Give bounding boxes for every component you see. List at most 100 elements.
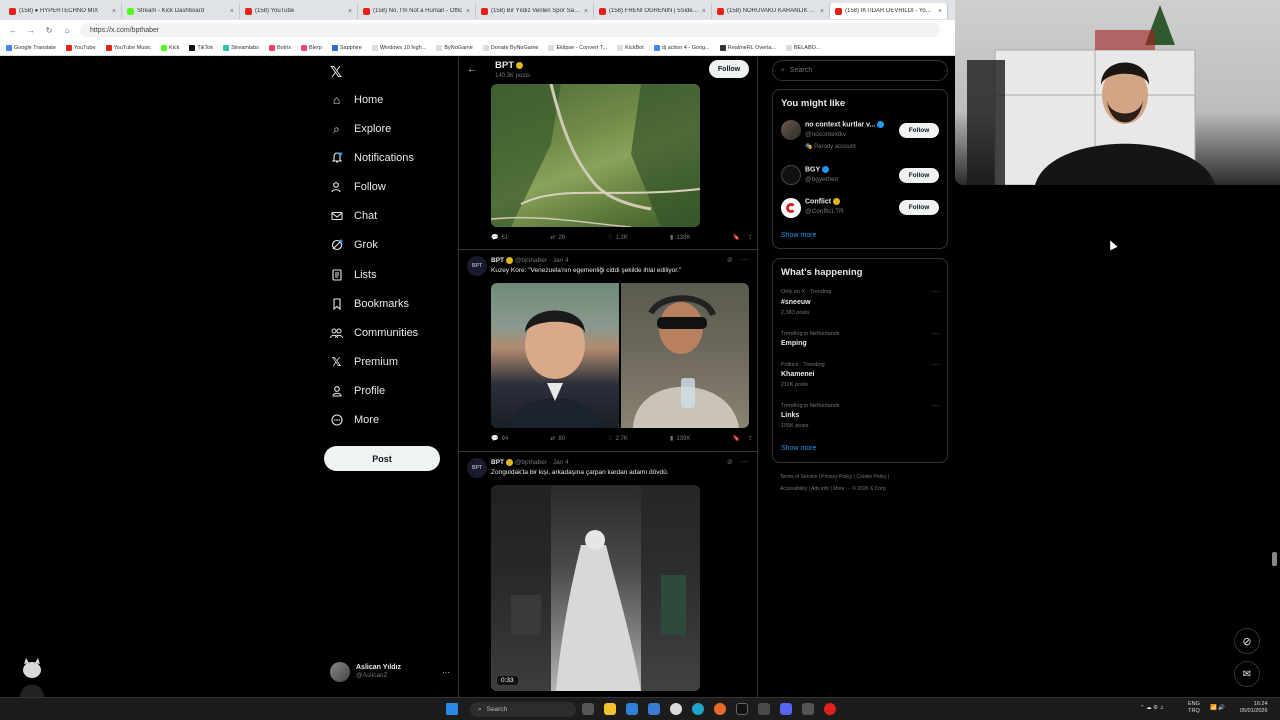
close-tab-icon[interactable]: × [112, 8, 116, 15]
nav-notifications[interactable]: Notifications [330, 147, 414, 169]
browser-tab-active[interactable]: (158) İKTİDAR DEVRİLDİ - YouTu × [830, 3, 948, 19]
follow-button[interactable]: Follow [709, 60, 749, 78]
post-button[interactable]: Post [324, 446, 440, 471]
close-tab-icon[interactable]: × [584, 8, 588, 15]
bookmark-item[interactable]: TikTok [189, 44, 213, 51]
chrome-icon[interactable] [670, 703, 682, 715]
trend-name[interactable]: Links [781, 412, 799, 419]
follow-button[interactable]: Follow [899, 200, 939, 215]
close-tab-icon[interactable]: × [938, 8, 942, 15]
footer-links[interactable]: Terms of Service | Privacy Policy | Cook… [780, 474, 889, 480]
nav-more[interactable]: More [330, 409, 379, 431]
trend-name[interactable]: Khamenei [781, 371, 814, 378]
trend-name[interactable]: Emping [781, 340, 807, 347]
nav-communities[interactable]: Communities [330, 322, 418, 344]
reply-button[interactable]: 💬 94 [491, 435, 508, 443]
views-button[interactable]: ▮ 139K [670, 435, 690, 443]
trend-more-icon[interactable]: ··· [931, 287, 939, 296]
bookmark-item[interactable]: KickBot [617, 44, 644, 51]
firefox-icon[interactable] [714, 703, 726, 715]
back-icon[interactable]: ← [8, 26, 18, 35]
nav-home[interactable]: ⌂ Home [330, 89, 383, 111]
tweet-media-grid[interactable] [491, 283, 749, 428]
taskbar-search[interactable]: ⌕ Search [470, 702, 576, 717]
retweet-button[interactable]: ⇄ 26 [550, 234, 565, 242]
close-tab-icon[interactable]: × [702, 8, 706, 15]
back-arrow-icon[interactable]: ← [467, 64, 477, 75]
bookmark-item[interactable]: dj action 4 - Goog... [653, 44, 710, 51]
app-icon[interactable] [758, 703, 770, 715]
mail-icon[interactable] [648, 703, 660, 715]
search-input[interactable]: ⌕ Search [772, 60, 948, 81]
home-icon[interactable]: ⌂ [62, 26, 72, 35]
nav-profile[interactable]: Profile [330, 380, 385, 402]
x-logo-icon[interactable]: 𝕏 [330, 63, 342, 81]
bookmark-item[interactable]: Kick [161, 44, 179, 51]
browser-tab[interactable]: Stream - Kick Dashboard × [122, 3, 240, 19]
nav-explore[interactable]: ⌕ Explore [330, 118, 391, 140]
tweet-more-icon[interactable]: ··· [741, 457, 749, 466]
trend-more-icon[interactable]: ··· [931, 329, 939, 338]
browser-tab[interactable]: (158) YouTube × [240, 3, 358, 19]
tweet-photo-right[interactable] [621, 283, 749, 428]
edge-icon[interactable] [692, 703, 704, 715]
show-more-link[interactable]: Show more [781, 232, 816, 239]
user-avatar[interactable] [781, 198, 801, 218]
close-tab-icon[interactable]: × [466, 8, 470, 15]
browser-tab[interactable]: (158) NORUVAKU KARANLIK YÜZ × [712, 3, 830, 19]
trend-name[interactable]: #sneeuw [781, 299, 811, 306]
tweet-more-icon[interactable]: ··· [741, 255, 749, 264]
bookmark-icon[interactable]: 🔖 [732, 234, 739, 241]
views-button[interactable]: ▮ 138K [670, 234, 690, 242]
tweet-author-name[interactable]: BPT [491, 257, 504, 264]
bookmark-item[interactable]: Botrix [268, 44, 291, 51]
close-tab-icon[interactable]: × [230, 8, 234, 15]
show-more-link[interactable]: Show more [781, 445, 816, 452]
browser-tab[interactable]: (158) ● HYPERTECHNO MIX × [4, 3, 122, 19]
messages-floating-button[interactable]: ✉ [1234, 661, 1260, 687]
more-options-icon[interactable]: ··· [442, 668, 450, 677]
nav-follow[interactable]: Follow [330, 176, 386, 198]
forward-icon[interactable]: → [26, 26, 36, 35]
nav-lists[interactable]: Lists [330, 264, 377, 286]
network-volume-icons[interactable]: 📶 🔊 [1210, 705, 1225, 711]
scrollbar-thumb[interactable] [1272, 552, 1277, 566]
bookmark-icon[interactable]: 🔖 [732, 435, 739, 442]
tweet-author-name[interactable]: BPT [491, 459, 504, 466]
discord-icon[interactable] [780, 703, 792, 715]
browser-tab[interactable]: (158) Bir Yıldız Verilen Spor Salonl × [476, 3, 594, 19]
like-button[interactable]: ♡ 1.2K [607, 234, 628, 242]
bookmark-item[interactable]: BELABO... [785, 44, 820, 51]
grok-floating-button[interactable]: ⊘ [1234, 628, 1260, 654]
tweet-video[interactable]: 0:33 [491, 485, 700, 691]
share-icon[interactable]: ⇪ [748, 435, 753, 442]
user-name[interactable]: no context kurtlar v... [805, 121, 885, 128]
trend-more-icon[interactable]: ··· [931, 360, 939, 369]
follow-button[interactable]: Follow [899, 168, 939, 183]
bookmark-item[interactable]: YouTube [65, 44, 96, 51]
app-icon[interactable] [802, 703, 814, 715]
reload-icon[interactable]: ↻ [44, 26, 54, 35]
user-name[interactable]: BGY [805, 166, 830, 173]
windows-start-icon[interactable] [446, 703, 458, 715]
bookmark-item[interactable]: RealmeRL Overla... [719, 44, 776, 51]
trend-more-icon[interactable]: ··· [931, 401, 939, 410]
bookmark-item[interactable]: Eklipse - Convert T... [548, 44, 607, 51]
bookmark-item[interactable]: Google Translate [6, 44, 56, 51]
clock[interactable]: 16:24 05/01/2026 [1240, 701, 1268, 715]
share-icon[interactable]: ⇪ [748, 234, 753, 241]
bookmark-item[interactable]: Sapphire [331, 44, 362, 51]
tweet-author-avatar[interactable]: BPT [467, 458, 487, 478]
tray-icons[interactable]: ⌃ ☁ ⚙ ♫ [1140, 705, 1164, 711]
close-tab-icon[interactable]: × [348, 8, 352, 15]
tweet-photo-left[interactable] [491, 283, 619, 428]
close-tab-icon[interactable]: × [820, 8, 824, 15]
file-explorer-icon[interactable] [604, 703, 616, 715]
store-icon[interactable] [626, 703, 638, 715]
tweet-date[interactable]: · Jan 4 [549, 459, 569, 466]
user-avatar[interactable] [781, 165, 801, 185]
nav-bookmarks[interactable]: Bookmarks [330, 293, 409, 315]
task-view-icon[interactable] [582, 703, 594, 715]
bookmark-item[interactable]: Streamlabs [223, 44, 259, 51]
browser-tab[interactable]: (158) FRENİ ÖĞRENİN | 5Siden | × [594, 3, 712, 19]
